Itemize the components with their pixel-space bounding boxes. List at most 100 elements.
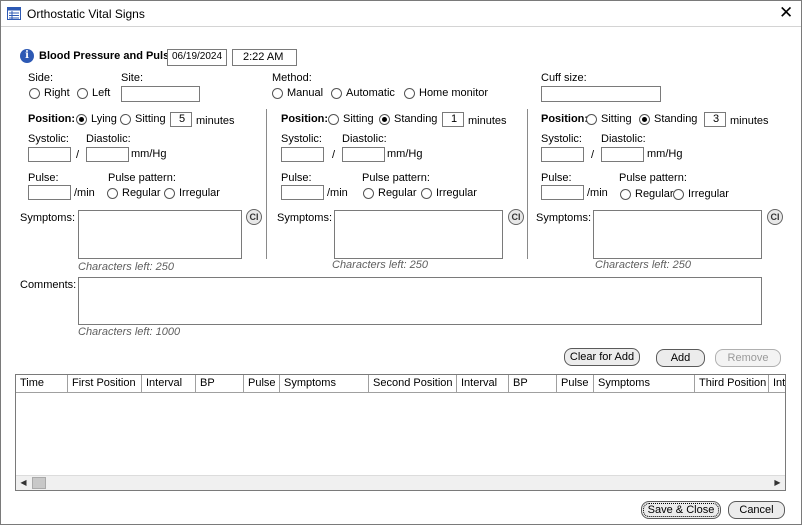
chars-left-label: Characters left: 250: [78, 261, 174, 273]
scroll-left-icon[interactable]: ◀: [16, 476, 31, 490]
scroll-thumb[interactable]: [32, 477, 46, 489]
ci-button[interactable]: CI: [246, 209, 262, 225]
column-header[interactable]: Pulse: [244, 375, 280, 393]
regular-label: Regular: [378, 187, 417, 199]
per-min-label: /min: [327, 187, 348, 199]
chars-left-label: Characters left: 250: [595, 259, 691, 271]
systolic3-field[interactable]: [541, 147, 584, 162]
minutes3-field[interactable]: 3: [704, 112, 726, 127]
diastolic-label: Diastolic:: [601, 133, 646, 145]
side-right-label: Right: [44, 87, 70, 99]
column-header[interactable]: Interval: [142, 375, 196, 393]
bp-pulse-label: Blood Pressure and Pulse:: [39, 50, 179, 62]
systolic1-field[interactable]: [28, 147, 71, 162]
comments-textarea[interactable]: [78, 277, 762, 325]
position-label: Position:: [541, 113, 589, 125]
method-automatic-radio[interactable]: [331, 88, 342, 99]
position2-sitting-radio[interactable]: [328, 114, 339, 125]
side-right-radio[interactable]: [29, 88, 40, 99]
site-label: Site:: [121, 72, 144, 84]
method-automatic-label: Automatic: [346, 87, 395, 99]
pulse-pattern-label: Pulse pattern:: [619, 172, 687, 184]
mmhg-label: mm/Hg: [131, 148, 167, 160]
pulse3-regular-radio[interactable]: [620, 189, 631, 200]
column-header[interactable]: BP: [196, 375, 244, 393]
cuff-size-field[interactable]: [541, 86, 661, 102]
regular-label: Regular: [122, 187, 161, 199]
clear-for-add-button[interactable]: Clear for Add: [564, 348, 640, 366]
systolic-label: Systolic:: [28, 133, 69, 145]
mmhg-label: mm/Hg: [387, 148, 423, 160]
pulse2-irregular-radio[interactable]: [421, 188, 432, 199]
pulse1-field[interactable]: [28, 185, 71, 200]
method-manual-label: Manual: [287, 87, 324, 99]
minutes1-field[interactable]: 5: [170, 112, 192, 127]
position-label: Position:: [28, 113, 76, 125]
per-min-label: /min: [587, 187, 608, 199]
info-icon[interactable]: i: [20, 49, 34, 63]
column-header[interactable]: Pulse: [557, 375, 594, 393]
column-header[interactable]: Symptoms: [594, 375, 695, 393]
symptoms-label: Symptoms:: [20, 212, 76, 224]
column-header[interactable]: BP: [509, 375, 557, 393]
column-header[interactable]: Symptoms: [280, 375, 369, 393]
readings-table[interactable]: Time First Position Interval BP Pulse Sy…: [15, 374, 786, 491]
position3-standing-radio[interactable]: [639, 114, 650, 125]
date-field[interactable]: 06/19/2024: [167, 49, 227, 66]
pulse-pattern-label: Pulse pattern:: [108, 172, 176, 184]
symptoms3-textarea[interactable]: [593, 210, 762, 259]
side-left-radio[interactable]: [77, 88, 88, 99]
position1-sitting-radio[interactable]: [120, 114, 131, 125]
pulse3-field[interactable]: [541, 185, 584, 200]
minutes2-field[interactable]: 1: [442, 112, 464, 127]
scroll-right-icon[interactable]: ▶: [770, 476, 785, 490]
minutes-label: minutes: [730, 115, 769, 127]
symptoms2-textarea[interactable]: [334, 210, 503, 259]
position2-opt2-label: Standing: [394, 113, 438, 125]
add-button[interactable]: Add: [656, 349, 705, 367]
diastolic1-field[interactable]: [86, 147, 129, 162]
save-close-button[interactable]: Save & Close: [641, 501, 721, 519]
symptoms1-textarea[interactable]: [78, 210, 242, 259]
column-header[interactable]: First Position: [68, 375, 142, 393]
diastolic3-field[interactable]: [601, 147, 644, 162]
pulse1-irregular-radio[interactable]: [164, 188, 175, 199]
time-field[interactable]: 2:22 AM: [232, 49, 297, 66]
pulse1-regular-radio[interactable]: [107, 188, 118, 199]
ci-button[interactable]: CI: [767, 209, 783, 225]
position3-sitting-radio[interactable]: [586, 114, 597, 125]
position-label: Position:: [281, 113, 329, 125]
pulse-label: Pulse:: [541, 172, 572, 184]
column-header[interactable]: Interval: [457, 375, 509, 393]
method-home-radio[interactable]: [404, 88, 415, 99]
remove-button[interactable]: Remove: [715, 349, 781, 367]
slash: /: [76, 149, 80, 161]
irregular-label: Irregular: [688, 188, 729, 200]
position1-opt2-label: Sitting: [135, 113, 166, 125]
slash: /: [591, 149, 595, 161]
column-header[interactable]: Second Position: [369, 375, 457, 393]
comments-chars-left: Characters left: 1000: [78, 326, 181, 338]
site-field[interactable]: [121, 86, 200, 102]
method-manual-radio[interactable]: [272, 88, 283, 99]
column-header[interactable]: Third Position: [695, 375, 769, 393]
per-min-label: /min: [74, 187, 95, 199]
column-header[interactable]: Interval: [769, 375, 785, 393]
pulse2-regular-radio[interactable]: [363, 188, 374, 199]
pulse3-irregular-radio[interactable]: [673, 189, 684, 200]
column-header[interactable]: Time: [16, 375, 68, 393]
ci-button[interactable]: CI: [508, 209, 524, 225]
pulse2-field[interactable]: [281, 185, 324, 200]
diastolic-label: Diastolic:: [342, 133, 387, 145]
close-icon[interactable]: ✕: [779, 3, 793, 23]
position2-standing-radio[interactable]: [379, 114, 390, 125]
cancel-button[interactable]: Cancel: [728, 501, 785, 519]
systolic2-field[interactable]: [281, 147, 324, 162]
position1-lying-radio[interactable]: [76, 114, 87, 125]
panel-divider: [266, 109, 267, 259]
pulse-pattern-label: Pulse pattern:: [362, 172, 430, 184]
diastolic2-field[interactable]: [342, 147, 385, 162]
horizontal-scrollbar[interactable]: ◀ ▶: [16, 475, 785, 490]
method-home-label: Home monitor: [419, 87, 489, 99]
position3-opt1-label: Sitting: [601, 113, 632, 125]
